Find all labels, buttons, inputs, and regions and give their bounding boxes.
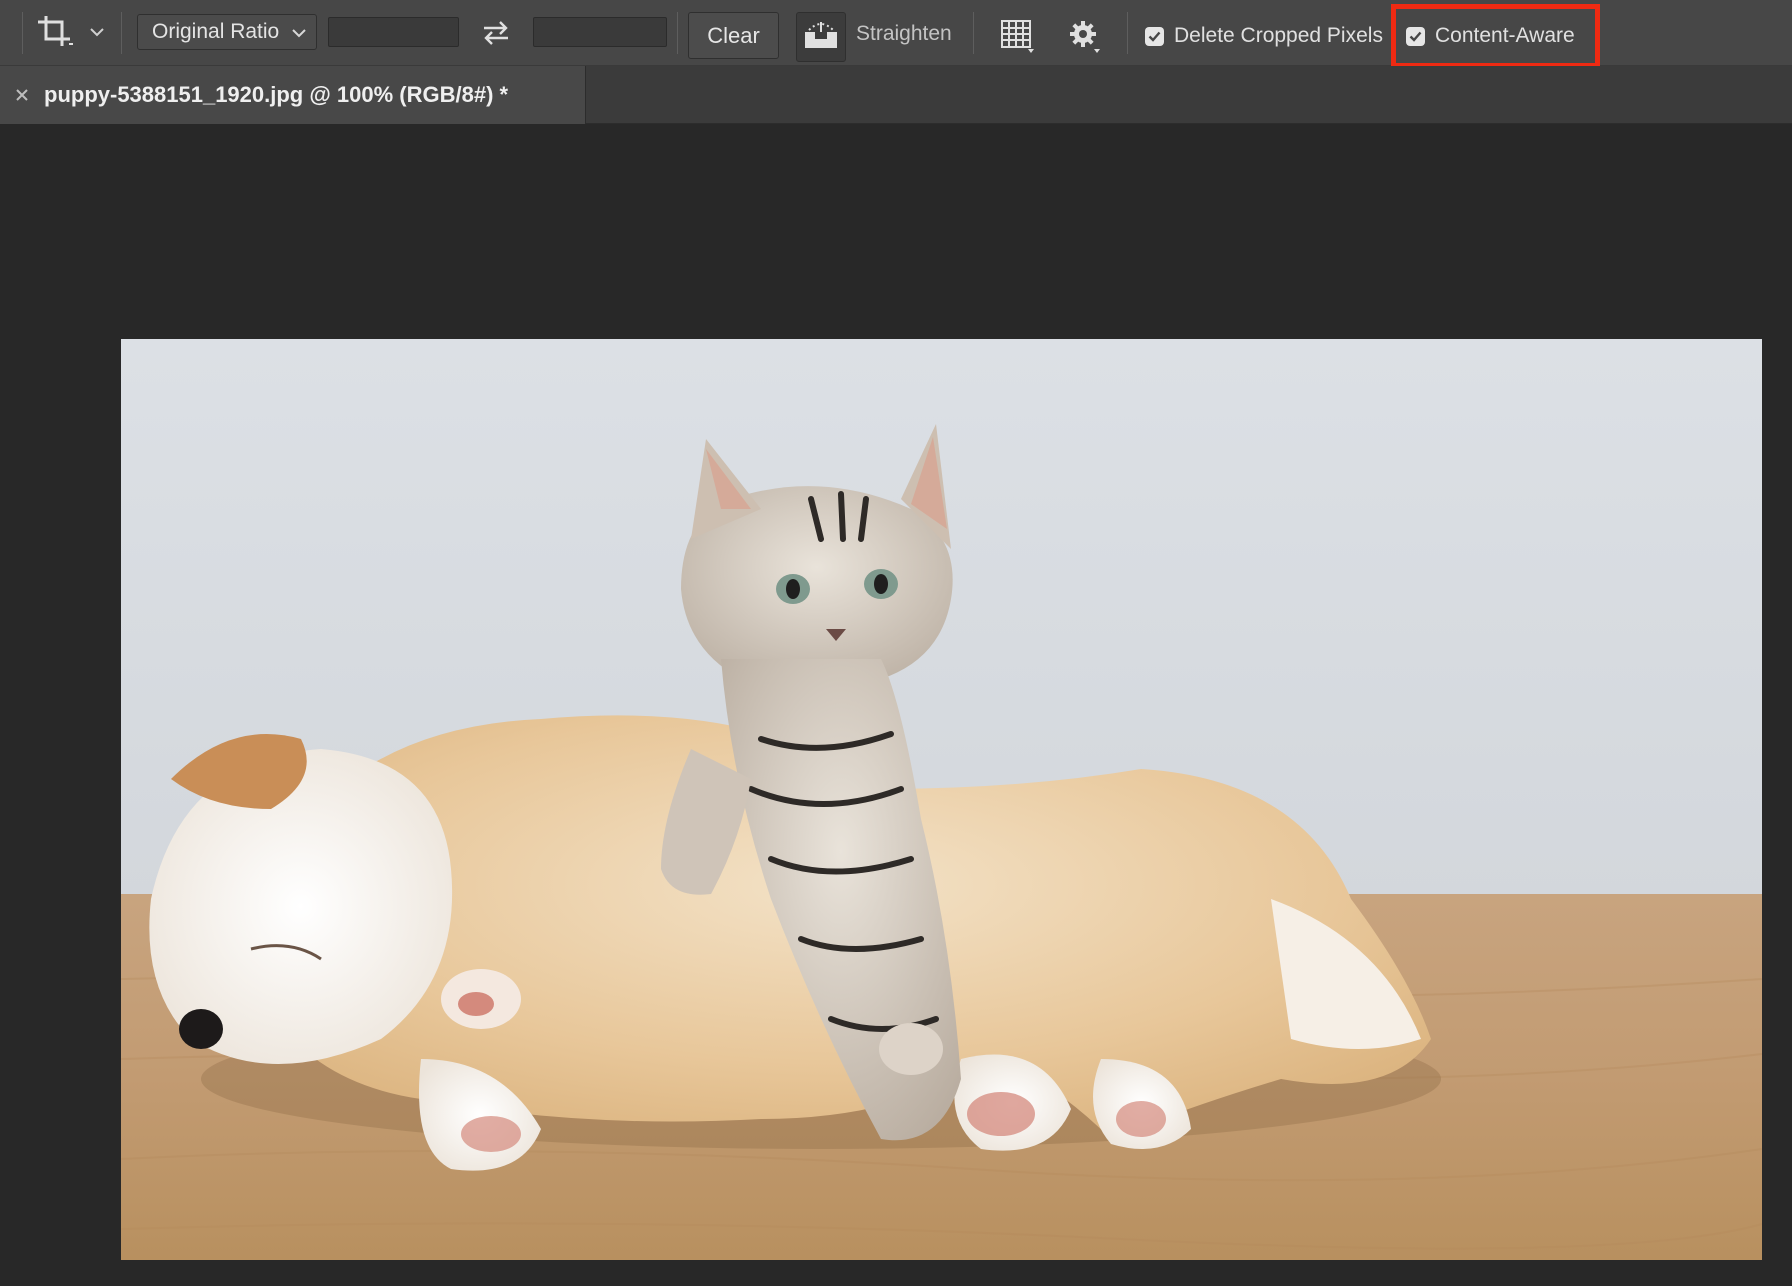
document-tab-bar: puppy-5388151_1920.jpg @ 100% (RGB/8#) * [0,66,1792,124]
ratio-dropdown-value: Original Ratio [152,20,280,43]
toolbar-divider [22,12,23,54]
document-tab[interactable]: puppy-5388151_1920.jpg @ 100% (RGB/8#) * [0,66,586,124]
document-image [121,339,1762,1260]
checkbox-checked-icon [1145,26,1164,46]
chevron-down-icon [90,24,104,42]
straighten-button[interactable] [796,12,846,62]
crop-tool-preset-picker[interactable] [36,14,110,52]
chevron-down-icon [292,20,306,44]
clear-button[interactable]: Clear [688,12,779,59]
content-aware-highlight-box [1391,4,1600,68]
swap-arrows-icon[interactable] [478,16,514,50]
delete-cropped-pixels-checkbox[interactable]: Delete Cropped Pixels [1145,20,1383,52]
toolbar-divider [677,12,678,54]
document-tab-title: puppy-5388151_1920.jpg @ 100% (RGB/8#) * [44,82,509,107]
height-input[interactable] [533,17,667,47]
straighten-label[interactable]: Straighten [856,18,952,50]
delete-cropped-pixels-label: Delete Cropped Pixels [1174,24,1383,47]
options-bar: Original Ratio Clear Straighten Delete C… [0,0,1792,68]
toolbar-divider [121,12,122,54]
ratio-dropdown[interactable]: Original Ratio [137,14,317,50]
close-icon[interactable] [0,88,44,102]
crop-icon [36,13,76,54]
grid-overlay-icon[interactable] [996,16,1038,56]
straighten-icon [803,20,839,55]
kitten-and-sleeping-puppy-photo [121,339,1762,1260]
toolbar-divider [973,12,974,54]
width-input[interactable] [328,17,459,47]
toolbar-divider [1127,12,1128,54]
gear-icon[interactable] [1064,16,1106,56]
